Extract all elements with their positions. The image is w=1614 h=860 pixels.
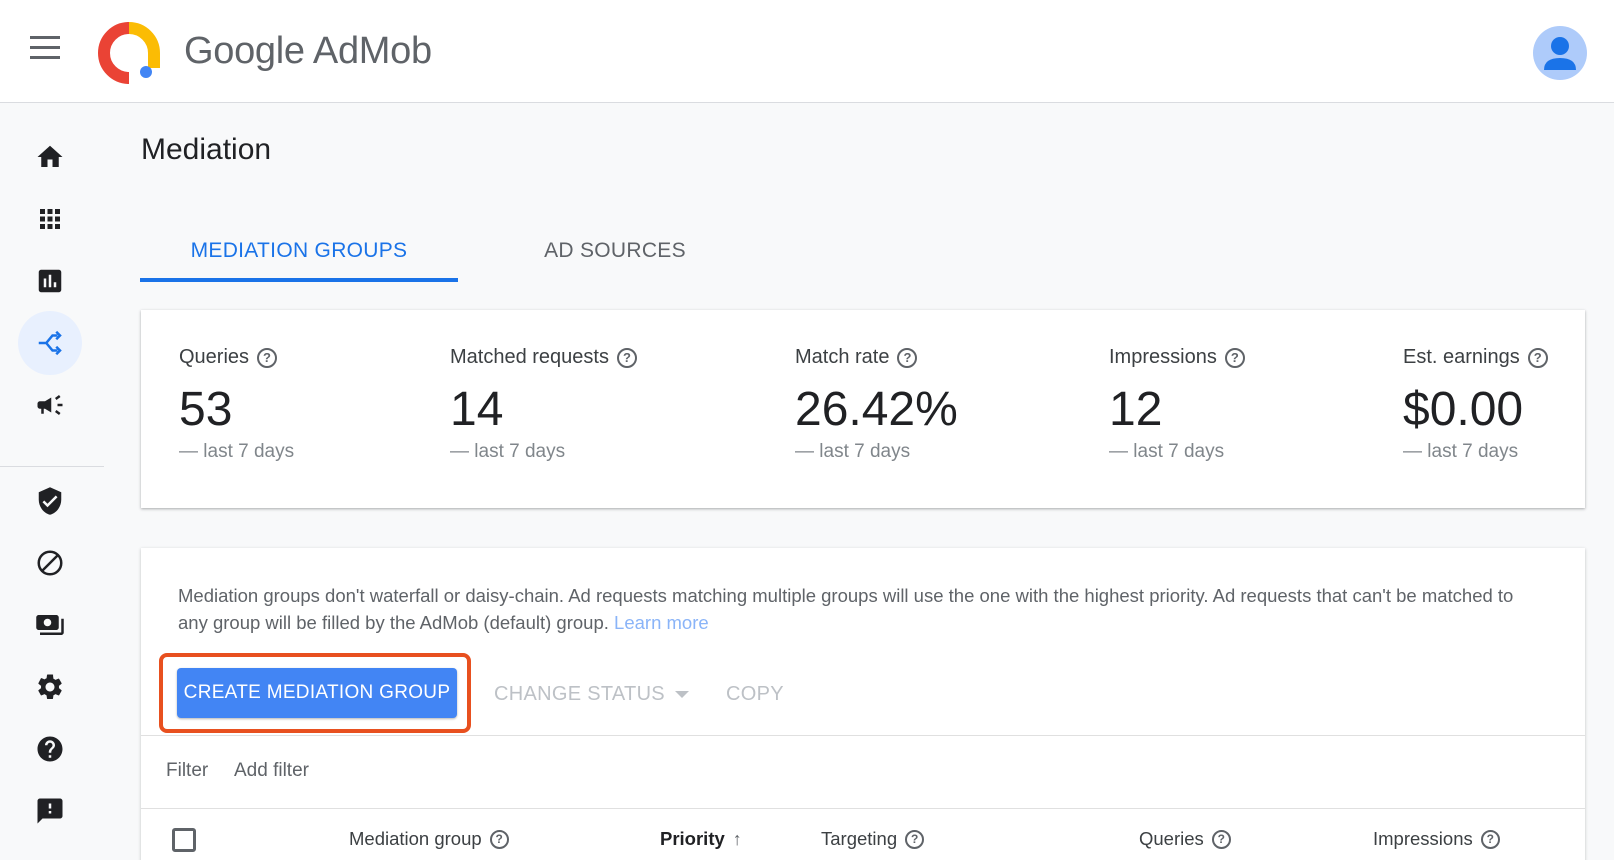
column-header-queries[interactable]: Queries? xyxy=(1139,828,1231,850)
stat-label: Match rate xyxy=(795,346,890,368)
stat-period: — last 7 days xyxy=(795,441,911,462)
nav-home[interactable] xyxy=(18,125,82,189)
brand-name: Google AdMob xyxy=(184,30,432,72)
person-icon xyxy=(1544,37,1576,70)
apps-grid-icon xyxy=(40,209,60,229)
stat-value: 14 xyxy=(450,383,504,436)
shield-check-icon xyxy=(38,487,62,515)
learn-more-link[interactable]: Learn more xyxy=(614,612,709,633)
stat-match-rate: Match rate? 26.42% — last 7 days xyxy=(795,346,958,463)
add-filter-input[interactable]: Add filter xyxy=(234,760,309,782)
nav-mediation[interactable] xyxy=(18,311,82,375)
help-icon[interactable]: ? xyxy=(897,347,918,368)
stat-label: Queries xyxy=(179,346,250,368)
help-icon xyxy=(37,736,63,762)
stat-period: — last 7 days xyxy=(1403,441,1519,462)
create-mediation-group-button[interactable]: CREATE MEDIATION GROUP xyxy=(177,668,457,718)
help-icon[interactable]: ? xyxy=(1527,347,1548,368)
payments-icon xyxy=(36,615,64,635)
stat-value: 53 xyxy=(179,383,233,436)
feedback-icon xyxy=(37,798,63,824)
column-header-impressions[interactable]: Impressions? xyxy=(1373,828,1500,850)
nav-settings[interactable] xyxy=(18,655,82,719)
stat-period: — last 7 days xyxy=(179,441,295,462)
nav-payments[interactable] xyxy=(18,593,82,657)
tab-mediation-groups[interactable]: MEDIATION GROUPS xyxy=(140,220,458,282)
filter-divider xyxy=(141,808,1585,809)
nav-blocking-controls[interactable] xyxy=(18,531,82,595)
stat-label: Est. earnings xyxy=(1403,346,1520,368)
stat-label: Impressions xyxy=(1109,346,1217,368)
column-label: Queries xyxy=(1139,828,1204,849)
tab-bar: MEDIATION GROUPS AD SOURCES xyxy=(140,220,740,282)
help-icon[interactable]: ? xyxy=(1211,829,1231,849)
mediation-groups-card: Mediation groups don't waterfall or dais… xyxy=(141,548,1585,860)
bar-chart-icon xyxy=(38,269,62,293)
column-header-mediation-group[interactable]: Mediation group? xyxy=(349,828,509,850)
sidebar-divider xyxy=(0,466,104,467)
change-status-label: CHANGE STATUS xyxy=(494,682,665,705)
tab-ad-sources[interactable]: AD SOURCES xyxy=(500,220,730,282)
stat-queries: Queries? 53 — last 7 days xyxy=(179,346,294,463)
home-icon xyxy=(37,145,63,167)
stat-est-earnings: Est. earnings? $0.00 — last 7 days xyxy=(1403,346,1548,463)
stats-scorecard: Queries? 53 — last 7 days Matched reques… xyxy=(141,310,1585,508)
nav-reports[interactable] xyxy=(18,249,82,313)
stat-value: $0.00 xyxy=(1403,383,1524,436)
column-header-targeting[interactable]: Targeting? xyxy=(821,828,925,850)
side-nav xyxy=(0,103,104,860)
chevron-down-icon xyxy=(674,690,689,698)
column-label: Priority xyxy=(660,828,725,849)
sort-ascending-icon: ↑ xyxy=(732,828,742,849)
account-avatar[interactable] xyxy=(1533,26,1587,80)
menu-icon[interactable] xyxy=(30,36,68,64)
top-app-bar: Google AdMob xyxy=(0,0,1614,103)
gear-icon xyxy=(38,674,62,699)
column-label: Impressions xyxy=(1373,828,1473,849)
select-all-checkbox[interactable] xyxy=(172,828,196,852)
change-status-button[interactable]: CHANGE STATUS xyxy=(494,674,689,714)
nav-apps[interactable] xyxy=(18,187,82,251)
nav-help[interactable] xyxy=(18,717,82,781)
help-icon[interactable]: ? xyxy=(616,347,637,368)
help-icon[interactable]: ? xyxy=(905,829,925,849)
column-label: Mediation group xyxy=(349,828,482,849)
stat-label: Matched requests xyxy=(450,346,609,368)
copy-button[interactable]: COPY xyxy=(726,674,784,714)
stat-value: 12 xyxy=(1109,383,1163,436)
mediation-icon xyxy=(38,330,62,356)
stat-value: 26.42% xyxy=(795,383,958,436)
stat-period: — last 7 days xyxy=(1109,441,1225,462)
column-header-priority[interactable]: Priority ↑ xyxy=(660,828,742,850)
help-icon[interactable]: ? xyxy=(1224,347,1245,368)
nav-campaigns[interactable] xyxy=(18,373,82,437)
nav-feedback[interactable] xyxy=(18,779,82,843)
help-icon[interactable]: ? xyxy=(489,829,509,849)
stat-impressions: Impressions? 12 — last 7 days xyxy=(1109,346,1245,463)
help-icon[interactable]: ? xyxy=(1480,829,1500,849)
info-text: Mediation groups don't waterfall or dais… xyxy=(178,585,1514,633)
block-icon xyxy=(37,550,63,576)
megaphone-icon xyxy=(37,395,63,415)
nav-policy-center[interactable] xyxy=(18,469,82,533)
column-label: Targeting xyxy=(821,828,898,849)
page-title: Mediation xyxy=(141,133,272,166)
stat-matched-requests: Matched requests? 14 — last 7 days xyxy=(450,346,637,463)
filter-label: Filter xyxy=(166,760,209,781)
stat-period: — last 7 days xyxy=(450,441,566,462)
admob-logo-icon xyxy=(98,22,160,84)
help-icon[interactable]: ? xyxy=(257,347,278,368)
toolbar-divider xyxy=(141,735,1585,736)
info-message: Mediation groups don't waterfall or dais… xyxy=(178,582,1538,636)
